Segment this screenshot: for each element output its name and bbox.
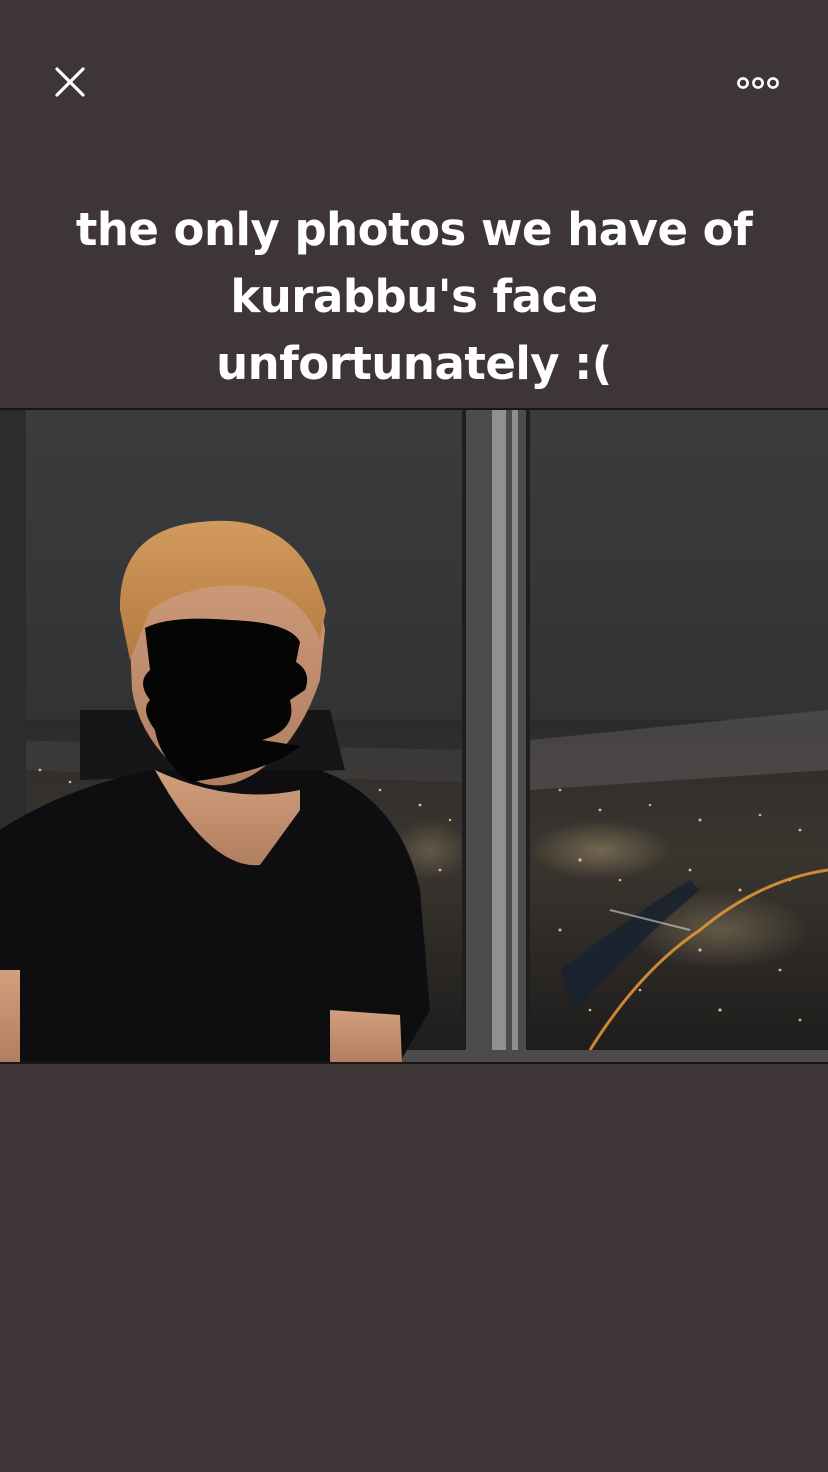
photo-image: [0, 410, 828, 1062]
more-options-icon: [737, 77, 779, 89]
more-options-button[interactable]: [728, 62, 788, 106]
close-icon: [55, 67, 85, 97]
story-photo: [0, 408, 828, 1064]
story-viewer: the only photos we have of kurabbu's fac…: [0, 0, 828, 1472]
story-caption: the only photos we have of kurabbu's fac…: [75, 203, 753, 390]
close-button[interactable]: [44, 56, 96, 108]
